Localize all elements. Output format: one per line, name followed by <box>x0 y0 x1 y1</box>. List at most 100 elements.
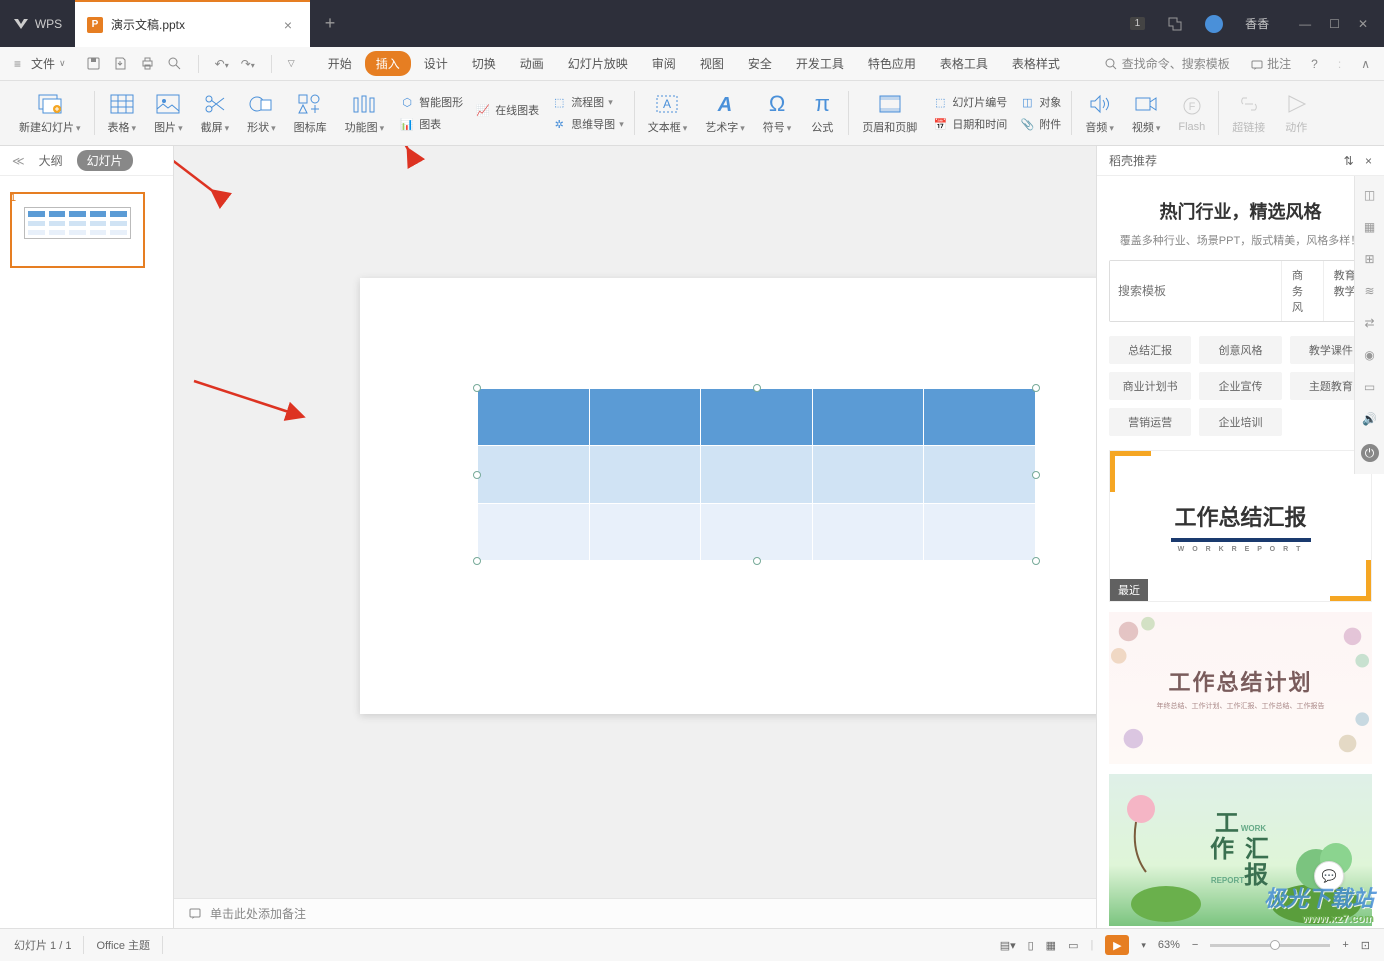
inserted-table[interactable] <box>477 388 1036 561</box>
collapse-ribbon-icon[interactable]: ∧ <box>1361 57 1370 71</box>
template-tag[interactable]: 企业培训 <box>1199 408 1281 436</box>
tab-design[interactable]: 设计 <box>413 51 459 76</box>
panel-settings-icon[interactable]: ⇅ <box>1344 154 1354 168</box>
shape-button[interactable]: 形状 <box>238 81 285 145</box>
zoom-in-icon[interactable]: + <box>1342 939 1348 951</box>
close-tab-icon[interactable]: × <box>284 17 292 33</box>
smartart-button[interactable]: ⬡智能图形 <box>399 94 463 110</box>
collapse-panel-icon[interactable]: ≪ <box>12 154 25 168</box>
tab-view[interactable]: 视图 <box>689 51 735 76</box>
fit-to-window-icon[interactable]: ⊡ <box>1361 939 1370 952</box>
tab-transition[interactable]: 切换 <box>461 51 507 76</box>
user-avatar[interactable] <box>1205 15 1223 33</box>
layout-icon[interactable]: ⊞ <box>1364 252 1374 266</box>
notes-toggle-icon[interactable]: ▤▾ <box>1000 939 1016 952</box>
tab-table-tools[interactable]: 表格工具 <box>929 51 999 76</box>
template-gallery-icon[interactable]: ◫ <box>1364 188 1375 202</box>
online-chart-icon: 📈 <box>475 102 491 118</box>
tab-table-style[interactable]: 表格样式 <box>1001 51 1071 76</box>
zoom-level[interactable]: 63% <box>1158 939 1180 951</box>
tab-insert[interactable]: 插入 <box>365 51 411 76</box>
document-tab[interactable]: P 演示文稿.pptx × <box>75 0 310 47</box>
textbox-button[interactable]: A 文本框 <box>639 81 697 145</box>
command-search[interactable]: 查找命令、搜索模板 <box>1104 55 1230 72</box>
template-tag[interactable]: 商业计划书 <box>1109 372 1191 400</box>
reading-view-icon[interactable]: ▭ <box>1068 939 1078 952</box>
help-icon[interactable]: ? <box>1311 57 1318 71</box>
close-window-icon[interactable]: ✕ <box>1358 17 1368 31</box>
sound-icon[interactable]: 🔊 <box>1362 412 1377 426</box>
functional-image-button[interactable]: 功能图 <box>336 81 394 145</box>
tab-slideshow[interactable]: 幻灯片放映 <box>557 51 639 76</box>
formula-button[interactable]: π 公式 <box>800 81 844 145</box>
file-menu[interactable]: 文件 ∨ <box>25 55 72 72</box>
panel-close-icon[interactable]: × <box>1365 154 1372 168</box>
image-button[interactable]: 图片 <box>145 81 192 145</box>
notification-badge[interactable]: 1 <box>1130 17 1146 30</box>
slideshow-button[interactable]: ▶ <box>1105 935 1129 955</box>
tab-review[interactable]: 审阅 <box>641 51 687 76</box>
slide-thumbnail[interactable] <box>10 192 145 268</box>
table-button[interactable]: 表格 <box>99 81 146 145</box>
tab-security[interactable]: 安全 <box>737 51 783 76</box>
header-footer-button[interactable]: 页眉和页脚 <box>853 81 926 145</box>
template-tag[interactable]: 总结汇报 <box>1109 336 1191 364</box>
template-card-1[interactable]: 工作总结汇报 W O R K R E P O R T 最近 <box>1109 450 1372 602</box>
mindmap-button[interactable]: ✲思维导图▾ <box>551 116 624 132</box>
audio-button[interactable]: 音频 <box>1076 81 1123 145</box>
hamburger-icon[interactable]: ≡ <box>14 57 21 71</box>
animation-pane-icon[interactable]: ≋ <box>1364 284 1374 298</box>
sorter-view-icon[interactable]: ▦ <box>1046 939 1056 952</box>
print-preview-icon[interactable] <box>167 56 182 71</box>
annotate-button[interactable]: 批注 <box>1250 55 1291 72</box>
tab-animation[interactable]: 动画 <box>509 51 555 76</box>
template-search-input[interactable] <box>1110 261 1281 321</box>
redo-icon[interactable]: ↷▾ <box>241 57 255 71</box>
template-tag[interactable]: 营销运营 <box>1109 408 1191 436</box>
minimize-icon[interactable]: — <box>1299 17 1311 31</box>
normal-view-icon[interactable]: ▯ <box>1028 939 1034 952</box>
screenshot-button[interactable]: 截屏 <box>192 81 239 145</box>
online-chart-button[interactable]: 📈在线图表 <box>475 102 539 118</box>
power-icon[interactable]: ⏻ <box>1361 444 1379 462</box>
attachment-button[interactable]: 📎附件 <box>1019 116 1061 132</box>
chart-button[interactable]: 📊图表 <box>399 116 463 132</box>
outline-view-toggle[interactable]: 大纲 <box>39 152 63 169</box>
slideshow-dropdown[interactable]: ▾ <box>1141 940 1146 951</box>
wps-home-tab[interactable]: WPS <box>0 0 75 47</box>
notes-area[interactable]: 单击此处添加备注 <box>174 898 1096 928</box>
maximize-icon[interactable]: ☐ <box>1329 17 1340 31</box>
video-button[interactable]: 视频 <box>1123 81 1170 145</box>
content-placeholder[interactable] <box>641 655 1096 909</box>
slide-canvas[interactable]: 单击此处添加备注 <box>174 146 1096 928</box>
output-icon[interactable] <box>113 56 128 71</box>
icon-library-button[interactable]: 图标库 <box>285 81 336 145</box>
theme-icon[interactable] <box>1167 16 1183 32</box>
template-card-2[interactable]: 工作总结计划 年终总结、工作计划、工作汇报、工作总结、工作报告 <box>1109 612 1372 764</box>
media-icon[interactable]: ▭ <box>1364 380 1375 394</box>
object-button[interactable]: ◫对象 <box>1019 94 1061 110</box>
tab-featured[interactable]: 特色应用 <box>857 51 927 76</box>
zoom-out-icon[interactable]: − <box>1192 939 1198 951</box>
add-tab-button[interactable]: + <box>310 0 350 47</box>
print-icon[interactable] <box>140 56 155 71</box>
datetime-button[interactable]: 📅日期和时间 <box>932 116 1007 132</box>
symbol-button[interactable]: Ω 符号 <box>754 81 801 145</box>
template-tag[interactable]: 企业宣传 <box>1199 372 1281 400</box>
color-icon[interactable]: ◉ <box>1364 348 1374 362</box>
new-slide-button[interactable]: 新建幻灯片 <box>10 81 90 145</box>
search-category-business[interactable]: 商务风 <box>1281 261 1323 321</box>
slides-view-toggle[interactable]: 幻灯片 <box>77 150 133 171</box>
tab-devtools[interactable]: 开发工具 <box>785 51 855 76</box>
save-icon[interactable] <box>86 56 101 71</box>
zoom-slider[interactable] <box>1210 944 1330 947</box>
slide-number-button[interactable]: ⬚幻灯片编号 <box>932 94 1007 110</box>
tab-start[interactable]: 开始 <box>317 51 363 76</box>
transition-pane-icon[interactable]: ⇄ <box>1364 316 1374 330</box>
template-tag[interactable]: 创意风格 <box>1199 336 1281 364</box>
wordart-button[interactable]: A 艺术字 <box>696 81 754 145</box>
undo-icon[interactable]: ↶▾ <box>215 57 229 71</box>
flowchart-button[interactable]: ⬚流程图▾ <box>551 94 624 110</box>
object-properties-icon[interactable]: ▦ <box>1364 220 1375 234</box>
qat-customize-icon[interactable]: ▽ <box>288 58 295 69</box>
